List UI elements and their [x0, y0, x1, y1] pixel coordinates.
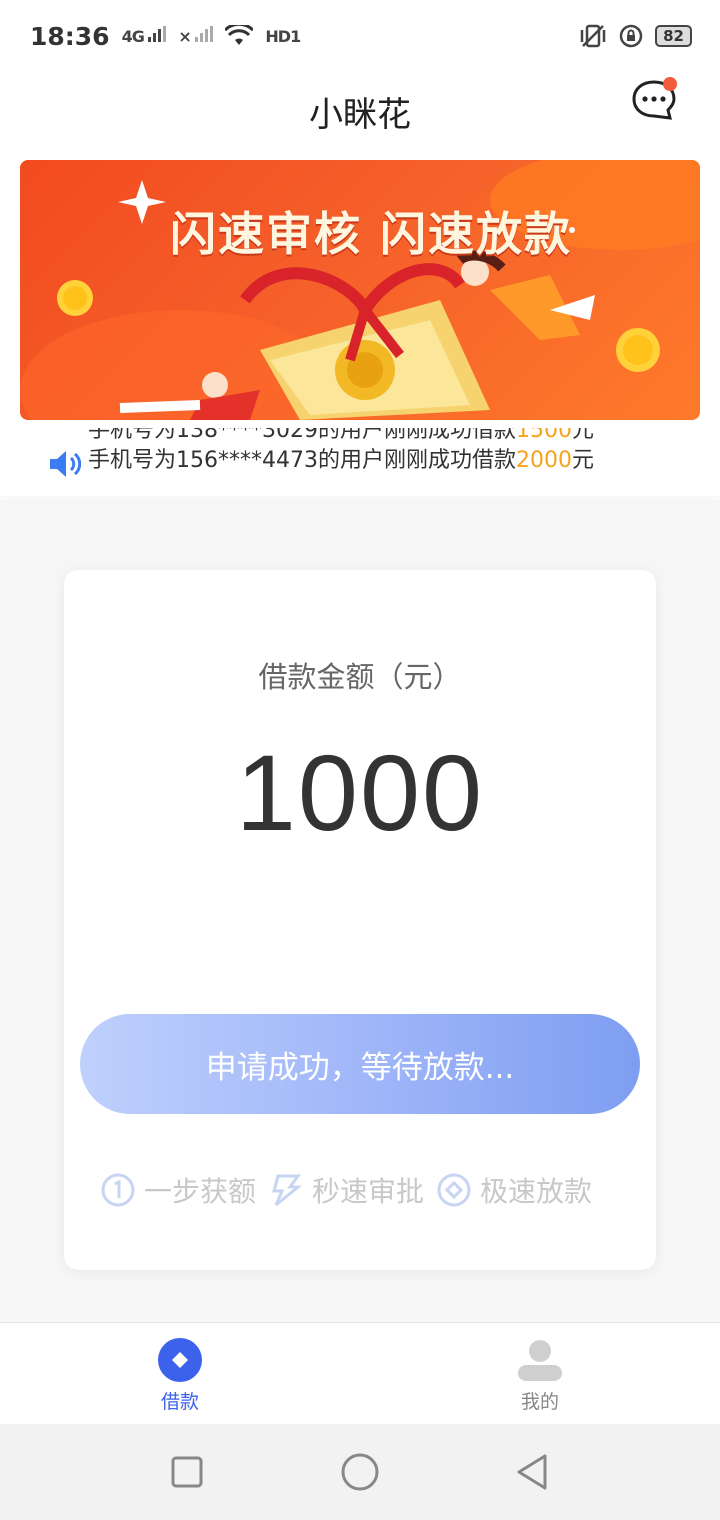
feature-label: 极速放款 — [480, 1175, 593, 1208]
signal-4g-label: 4G — [121, 27, 145, 46]
notice-text: 手机号为138****3029的用户刚刚成功借款 — [88, 428, 516, 443]
tab-label: 借款 — [160, 1391, 199, 1413]
promo-banner[interactable]: 闪速审核 闪速放款 — [20, 160, 700, 420]
feature-label: 一步获额 — [144, 1175, 257, 1208]
loan-card: 借款金额（元） 1000 申请成功，等待放款... 一步获额 秒速审批 极速放款 — [64, 570, 656, 1270]
loan-icon — [158, 1338, 202, 1382]
feature-label: 秒速审批 — [312, 1175, 425, 1208]
signal-no-service-icon: × — [178, 26, 214, 46]
feature-item: 一步获额 — [100, 1170, 256, 1210]
notice-text: 手机号为156****4473的用户刚刚成功借款 — [88, 448, 516, 473]
rotation-lock-icon — [619, 24, 643, 48]
banner-headline: 闪速审核 闪速放款 — [170, 207, 573, 261]
feature-item: 极速放款 — [436, 1170, 592, 1210]
diamond-icon — [437, 1173, 471, 1207]
loan-amount-value: 1000 — [235, 732, 485, 853]
notice-unit: 元 — [571, 448, 594, 473]
bottom-tab-bar: 借款 我的 — [0, 1322, 720, 1424]
number-one-icon — [101, 1173, 135, 1207]
hd-icon: HD1 — [265, 26, 301, 46]
status-time: 18:36 — [30, 21, 110, 51]
page-title: 小眯花 — [309, 94, 411, 135]
app-header: 小眯花 — [0, 72, 720, 150]
tab-mine[interactable]: 我的 — [360, 1323, 720, 1424]
loan-amount-label: 借款金额（元） — [258, 660, 462, 694]
system-nav-bar — [0, 1424, 720, 1520]
apply-status-button[interactable]: 申请成功，等待放款... — [80, 1014, 640, 1114]
status-bar: 18:36 4G × HD1 82 — [0, 0, 720, 72]
notice-line: 手机号为138****3029的用户刚刚成功借款1500元 — [88, 428, 648, 446]
home-circle-icon[interactable] — [338, 1450, 382, 1494]
back-triangle-icon[interactable] — [511, 1450, 555, 1494]
notice-ticker: 手机号为138****3029的用户刚刚成功借款1500元 手机号为156***… — [0, 428, 720, 496]
battery-indicator: 82 — [655, 25, 692, 47]
feature-item: 秒速审批 — [268, 1170, 424, 1210]
chat-bubble-icon[interactable] — [630, 76, 678, 124]
recents-square-icon[interactable] — [165, 1450, 209, 1494]
notice-unit: 元 — [571, 428, 594, 443]
notice-amount: 2000 — [515, 448, 572, 473]
tab-loan[interactable]: 借款 — [0, 1323, 360, 1424]
signal-4g-icon: 4G — [122, 26, 167, 46]
lightning-icon — [272, 1174, 303, 1207]
vibrate-icon — [580, 24, 606, 48]
notice-lines: 手机号为138****3029的用户刚刚成功借款1500元 手机号为156***… — [88, 428, 648, 476]
notice-line: 手机号为156****4473的用户刚刚成功借款2000元 — [88, 446, 648, 476]
tab-label: 我的 — [520, 1391, 559, 1413]
speaker-icon — [50, 451, 82, 477]
user-icon — [518, 1340, 562, 1381]
signal-x-label: × — [178, 27, 191, 46]
wifi-icon — [225, 25, 254, 45]
notice-amount: 1500 — [515, 428, 572, 443]
feature-list: 一步获额 秒速审批 极速放款 — [100, 1170, 630, 1210]
